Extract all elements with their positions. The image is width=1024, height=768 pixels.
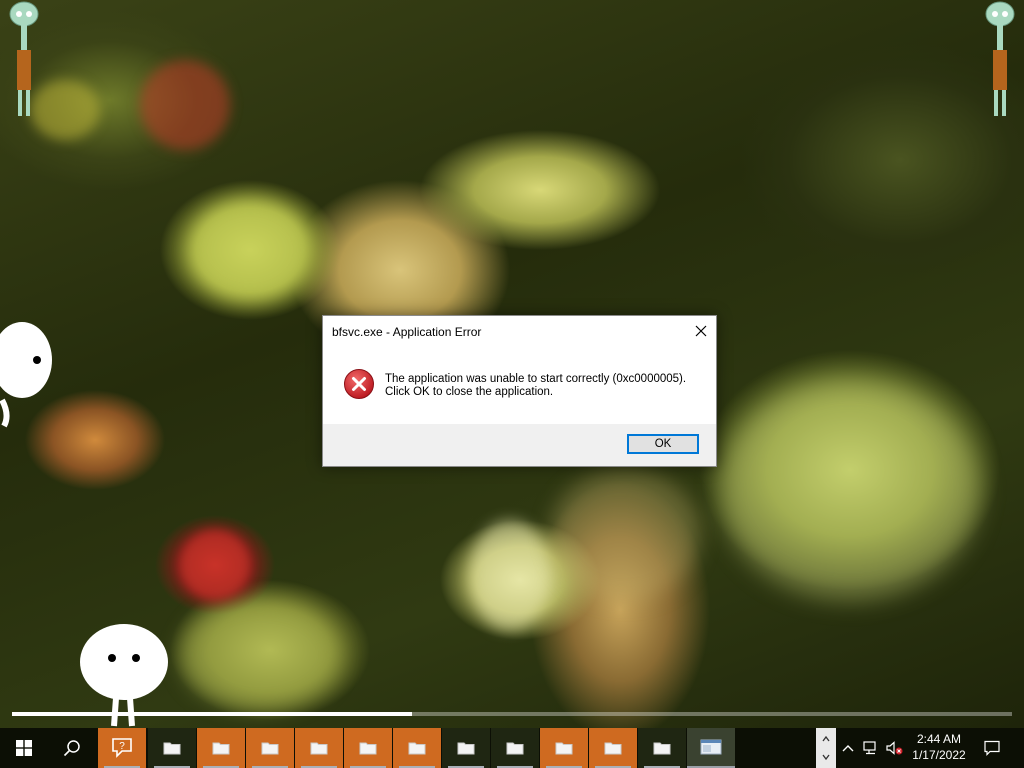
- dialog-message-line1: The application was unable to start corr…: [385, 373, 687, 385]
- wallpaper-blob: [180, 600, 340, 710]
- dialog-footer: OK: [323, 424, 716, 466]
- taskbar-app-file-explorer[interactable]: [393, 728, 441, 768]
- taskbar-app-file-explorer[interactable]: [589, 728, 637, 768]
- taskbar-app-file-explorer[interactable]: [638, 728, 686, 768]
- chevron-up-down-icon: [822, 735, 830, 761]
- ok-button[interactable]: OK: [627, 434, 699, 454]
- wallpaper-blob: [470, 520, 550, 630]
- volume-muted-icon: [886, 741, 903, 755]
- wallpaper-blob: [140, 60, 230, 150]
- taskbar-app-file-explorer[interactable]: [442, 728, 490, 768]
- action-center-button[interactable]: [978, 728, 1006, 768]
- dialog-title: bfsvc.exe - Application Error: [332, 325, 482, 339]
- svg-text:?: ?: [119, 741, 125, 752]
- character-sprite-top-left: [9, 1, 39, 116]
- chevron-up-icon: [842, 745, 854, 752]
- folder-icon: [359, 742, 377, 755]
- wallpaper-blob: [180, 530, 250, 600]
- folder-icon: [653, 742, 671, 755]
- search-button[interactable]: [48, 728, 96, 768]
- folder-icon: [261, 742, 279, 755]
- dialog-message-line2: Click OK to close the application.: [385, 386, 554, 398]
- notification-icon: [984, 740, 1000, 756]
- taskbar-app-file-explorer[interactable]: [540, 728, 588, 768]
- show-hidden-icons-button[interactable]: [838, 728, 858, 768]
- taskbar-clock[interactable]: 2:44 AM 1/17/2022: [908, 731, 970, 765]
- volume-button[interactable]: [884, 728, 906, 768]
- taskbar-app-file-explorer[interactable]: [491, 728, 539, 768]
- folder-icon: [212, 742, 230, 755]
- taskbar-app-file-explorer[interactable]: [148, 728, 196, 768]
- blob-creature-sprite-left: [0, 322, 52, 428]
- wallpaper-blob: [190, 200, 310, 300]
- wallpaper-blob: [550, 470, 700, 600]
- error-icon: [344, 369, 374, 399]
- taskbar-app-file-explorer[interactable]: [344, 728, 392, 768]
- error-dialog: bfsvc.exe - Application Error The applic…: [322, 315, 717, 467]
- folder-icon: [310, 742, 328, 755]
- folder-icon: [163, 742, 181, 755]
- folder-icon: [555, 742, 573, 755]
- dialog-message: The application was unable to start corr…: [385, 373, 686, 399]
- clock-time: 2:44 AM: [916, 732, 962, 746]
- folder-icon: [457, 742, 475, 755]
- taskbar-app-file-explorer[interactable]: [197, 728, 245, 768]
- start-button[interactable]: [0, 728, 48, 768]
- tray-scroll-control[interactable]: [816, 728, 836, 768]
- taskbar-app-file-explorer[interactable]: [246, 728, 294, 768]
- taskbar-app-help-chat[interactable]: ?: [98, 728, 146, 768]
- close-icon[interactable]: [686, 316, 716, 346]
- search-icon: [63, 740, 80, 757]
- network-icon: [863, 741, 876, 755]
- media-progress-fill: [12, 712, 412, 716]
- help-chat-icon: ?: [112, 738, 132, 758]
- network-button[interactable]: [860, 728, 882, 768]
- media-progress-bar[interactable]: [12, 712, 1012, 716]
- window-icon: [700, 739, 722, 755]
- wallpaper-blob: [720, 380, 980, 600]
- dialog-body: The application was unable to start corr…: [323, 346, 716, 424]
- folder-icon: [408, 742, 426, 755]
- folder-icon: [506, 742, 524, 755]
- taskbar-app-window[interactable]: [687, 728, 735, 768]
- windows-logo-icon: [16, 740, 32, 756]
- folder-icon: [604, 742, 622, 755]
- taskbar-app-file-explorer[interactable]: [295, 728, 343, 768]
- taskbar: ? 2:44 AM 1/17/2022: [0, 728, 1024, 768]
- character-sprite-top-right: [985, 1, 1015, 116]
- clock-date: 1/17/2022: [912, 748, 966, 762]
